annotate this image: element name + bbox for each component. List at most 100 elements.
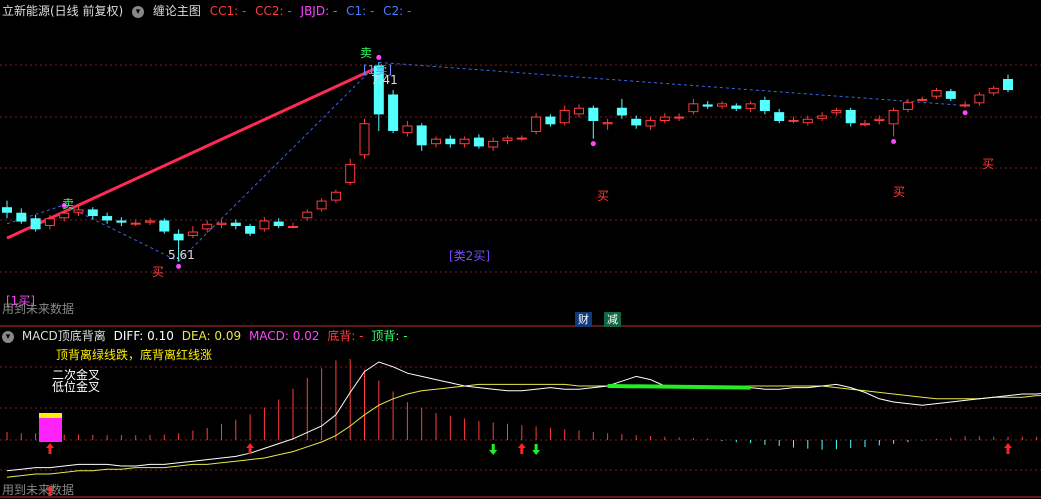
chevron-down-icon[interactable]: ▾ [132, 5, 145, 18]
candle-body-down [30, 218, 41, 230]
candle-body-up [73, 209, 84, 213]
candle-body-up [688, 103, 699, 113]
candle-body-up [59, 212, 70, 219]
candle-body-down [616, 107, 627, 116]
buy2-bracket: [类2买] [449, 249, 490, 263]
candle-body-up [874, 118, 885, 122]
candle-body-up [645, 119, 656, 127]
candle-body-up [202, 223, 213, 230]
candle-body-down [230, 222, 241, 226]
dingbei-value: 顶背: - [371, 329, 408, 343]
buy-label-4: 买 [982, 157, 995, 171]
candle-body-down [445, 138, 456, 145]
buy-label-1: 买 [152, 265, 165, 279]
candle-body-down [702, 104, 713, 107]
candle-body-down [245, 226, 256, 234]
candle-body-up [259, 220, 270, 230]
candle-body-up [216, 222, 227, 225]
buy-sell-markers [61, 54, 968, 269]
buy-marker-dot [962, 110, 968, 116]
chevron-down-icon[interactable]: ▾ [2, 330, 14, 343]
candle-body-up [459, 138, 470, 145]
candle-body-down [273, 221, 284, 226]
green-down-arrow-icon [489, 444, 498, 455]
sell-label-2: 卖 [360, 46, 373, 60]
candle-body-down [416, 125, 427, 146]
macd-value: MACD: 0.02 [248, 329, 320, 343]
candle-body-up [559, 109, 570, 124]
buy-marker-dot [590, 141, 596, 147]
candle-body-up [674, 116, 685, 119]
buy-marker-dot [176, 263, 182, 269]
dibei-value: 底背: - [327, 329, 364, 343]
bi-line [63, 204, 179, 262]
signal-block-yellow [39, 413, 62, 418]
candlestick-series [2, 62, 1013, 262]
candle-body-up [330, 191, 341, 201]
candle-body-down [473, 137, 484, 147]
candle-body-up [488, 140, 499, 148]
badge-cai[interactable]: 财 [575, 312, 592, 327]
trend-overlays [6, 61, 966, 262]
dea-value: DEA: 0.09 [181, 329, 242, 343]
candle-body-down [102, 216, 113, 221]
candle-body-up [345, 164, 356, 183]
sell-marker-dot [376, 54, 382, 60]
buy-marker-dot [891, 138, 897, 144]
macd-histogram [6, 359, 1038, 450]
candle-body-up [974, 94, 985, 104]
diff-line [6, 361, 1041, 472]
candle-body-up [44, 218, 55, 226]
candle-body-up [316, 200, 327, 210]
candle-body-up [359, 123, 370, 156]
main-header: 立新能源(日线 前复权) ▾ 缠论主图 CC1: - CC2: - JBJD: … [2, 2, 416, 20]
candle-body-down [87, 209, 98, 217]
sub-indicator-name[interactable]: MACD顶底背离 [22, 329, 106, 343]
candle-body-down [16, 212, 27, 222]
candle-body-up [788, 119, 799, 122]
candle-body-down [588, 107, 599, 121]
candle-body-up [288, 226, 298, 228]
candle-body-down [388, 94, 399, 131]
buy-label-2: 买 [597, 189, 610, 203]
candle-body-down [1003, 79, 1013, 91]
divergence-note: 顶背离绿线跌，底背离红线涨 [56, 348, 213, 362]
future-data-note-sub: 用到未来数据 [2, 483, 75, 497]
candle-body-up [302, 211, 313, 219]
candle-body-up [402, 125, 413, 134]
candle-body-down [731, 105, 742, 109]
candle-body-down [845, 109, 856, 124]
candle-body-up [988, 87, 999, 94]
c1-value: C1: - [346, 4, 375, 18]
candle-body-up [717, 103, 727, 107]
cc2-value: CC2: - [255, 4, 292, 18]
sell-label-1: 卖 [62, 197, 75, 211]
low-price-label: 5.61 [168, 248, 195, 262]
candle-body-up [802, 118, 813, 124]
candle-body-up [817, 115, 828, 119]
chart-canvas [0, 54, 1041, 498]
candle-body-up [145, 220, 155, 223]
candle-body-up [888, 109, 899, 125]
main-indicator-name[interactable]: 缠论主图 [153, 4, 201, 18]
future-data-note: 用到未来数据 [2, 302, 75, 316]
stock-title[interactable]: 立新能源(日线 前复权) [2, 4, 123, 18]
sub-header: ▾ MACD顶底背离 DIFF: 0.10 DEA: 0.09 MACD: 0.… [2, 327, 412, 345]
candle-body-down [173, 233, 184, 241]
candle-body-down [631, 118, 642, 126]
bi-line [378, 61, 966, 107]
red-up-arrow-icon [1004, 443, 1012, 454]
badge-jian[interactable]: 减 [604, 312, 621, 327]
trend-line-up [6, 65, 380, 240]
candle-body-down [116, 220, 127, 223]
candle-body-up [130, 222, 141, 225]
c2-value: C2: - [383, 4, 412, 18]
candle-body-up [602, 122, 613, 125]
candle-body-down [2, 207, 12, 213]
cc1-value: CC1: - [209, 4, 247, 18]
candle-body-up [516, 137, 527, 140]
red-up-arrow-icon [517, 443, 526, 454]
dea-line [6, 383, 1041, 478]
candle-body-up [502, 137, 513, 141]
candle-body-up [745, 103, 756, 109]
